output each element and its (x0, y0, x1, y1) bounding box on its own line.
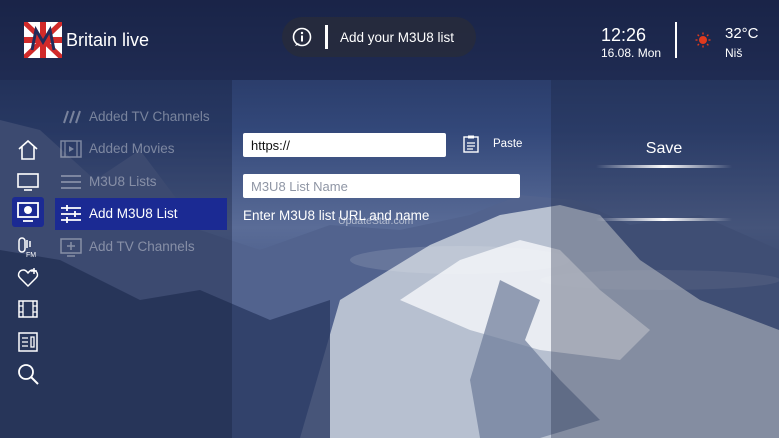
tv-icon (17, 173, 39, 191)
rail-epg[interactable] (16, 330, 40, 354)
info-icon (292, 27, 312, 47)
app-title: Britain live (66, 30, 150, 50)
menu-label: Add M3U8 List (89, 206, 178, 221)
paste-label: Paste (493, 138, 523, 150)
radio-fm-icon: FM (18, 237, 36, 259)
url-input[interactable] (243, 133, 446, 157)
notice-text: Add your M3U8 list (340, 30, 455, 45)
save-underline (596, 165, 732, 168)
save-label: Save (645, 140, 683, 157)
menu-label: M3U8 Lists (89, 174, 157, 189)
menu-label: Added Movies (89, 141, 175, 156)
film-icon (60, 140, 82, 158)
rail-home[interactable] (16, 138, 40, 162)
paste-button[interactable]: Paste (461, 134, 531, 156)
add-list-icon (61, 205, 81, 223)
notice-separator (325, 25, 328, 49)
rail-playlist[interactable] (12, 197, 44, 227)
list-icon (61, 175, 81, 189)
weather-temperature: 32°C (725, 25, 759, 42)
sun-icon (695, 32, 711, 48)
menu-label: Added TV Channels (89, 109, 210, 124)
menu-added-movies[interactable]: Added Movies (55, 133, 227, 165)
playlist-menu: Added TV Channels Added Movies M3U8 List… (55, 100, 230, 438)
rail-favorites[interactable] (16, 266, 40, 290)
weather-city: Niš (725, 46, 743, 60)
add-list-notice: Add your M3U8 list (282, 17, 476, 57)
menu-m3u8-lists[interactable]: M3U8 Lists (55, 166, 227, 198)
add-tv-icon (60, 238, 82, 257)
menu-added-tv-channels[interactable]: Added TV Channels (55, 101, 227, 133)
menu-label: Add TV Channels (89, 239, 195, 254)
slashes-icon (63, 110, 81, 124)
menu-add-m3u8-list[interactable]: Add M3U8 List (55, 198, 227, 230)
rail-radio[interactable]: FM (16, 235, 40, 259)
app-logo (24, 22, 62, 58)
watermark: UpdateStar.com (338, 215, 414, 227)
playlist-icon (12, 197, 44, 227)
search-icon (18, 364, 39, 385)
favorites-icon (17, 268, 39, 288)
rail-search[interactable] (16, 362, 40, 386)
rail-movies[interactable] (16, 297, 40, 321)
svg-text:FM: FM (26, 252, 36, 259)
header-divider (675, 22, 677, 58)
epg-icon (18, 332, 38, 352)
home-icon (18, 139, 38, 160)
clipboard-icon (463, 135, 479, 153)
clock-time: 12:26 (601, 25, 647, 45)
clock-date: 16.08. Mon (601, 46, 662, 60)
rail-tv[interactable] (16, 170, 40, 194)
save-button[interactable]: Save (556, 132, 772, 168)
list-name-input[interactable] (243, 174, 520, 198)
header: Britain live Add your M3U8 list 12:26 16… (0, 0, 779, 80)
icon-rail: FM (0, 95, 55, 438)
movies-icon (18, 300, 38, 318)
menu-add-tv-channels[interactable]: Add TV Channels (55, 231, 227, 263)
panel-glow-line (596, 218, 732, 221)
